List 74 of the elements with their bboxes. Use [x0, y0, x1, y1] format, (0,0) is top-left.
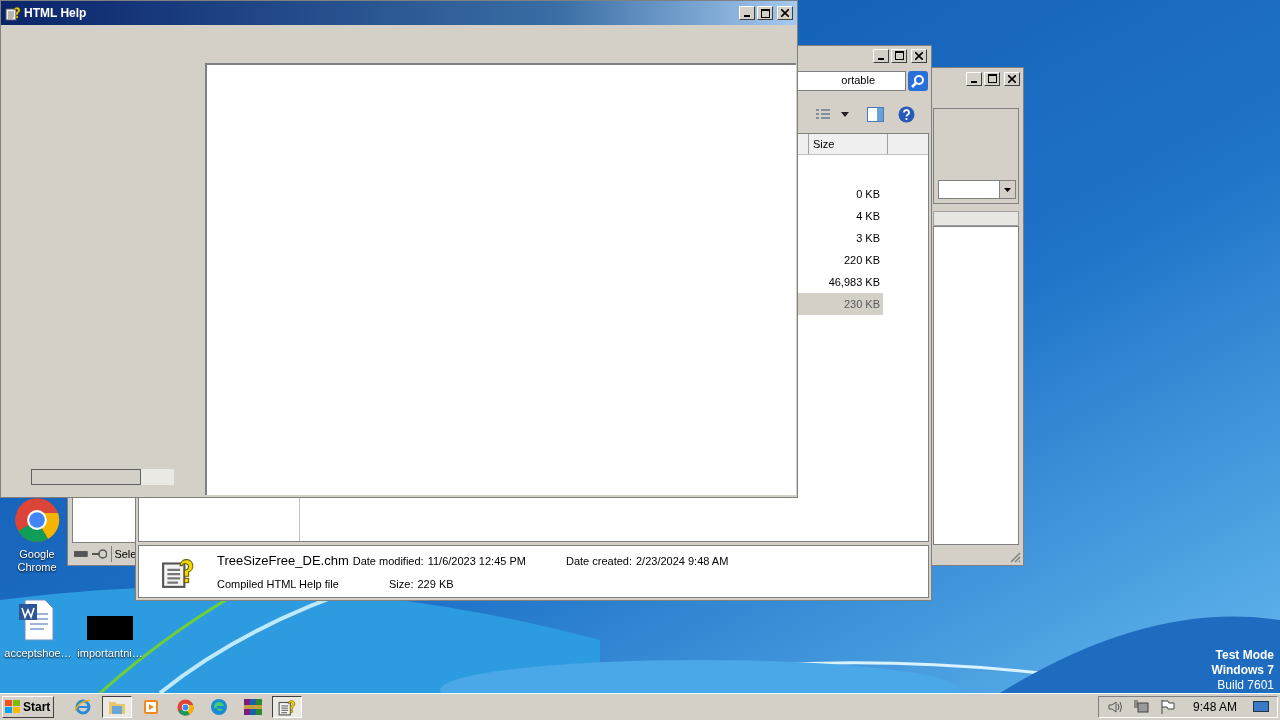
file-name: TreeSizeFree_DE.chm	[217, 551, 349, 570]
column-header[interactable]: Size	[808, 134, 888, 154]
size-cell-text: 230 KB	[843, 296, 881, 312]
help-file-icon	[5, 5, 21, 21]
file-icon	[87, 616, 133, 640]
size-cell-text: 46,983 KB	[828, 274, 881, 290]
minimize-icon	[971, 80, 977, 83]
maximize-icon	[987, 74, 997, 83]
archive-icon	[243, 698, 263, 716]
maximize-icon	[894, 51, 904, 60]
close-icon	[781, 9, 789, 17]
file-row[interactable]: 0 KB	[795, 183, 883, 205]
file-row[interactable]: 230 KB	[795, 293, 883, 315]
file-row[interactable]: 220 KB	[795, 249, 883, 271]
notice-text: Windows 7	[1211, 663, 1274, 678]
file-row[interactable]: 4 KB	[795, 205, 883, 227]
scrollbar[interactable]	[31, 469, 174, 485]
maximize-icon	[760, 8, 770, 18]
minimize-button[interactable]	[873, 48, 889, 63]
close-icon	[915, 51, 923, 60]
minimize-icon	[878, 57, 884, 60]
desktop-icon-label[interactable]: Google Chrome	[17, 548, 57, 574]
notice-text: Test Mode	[1215, 648, 1274, 663]
file-row[interactable]: 46,983 KB	[795, 271, 883, 293]
detail-label: Size:	[389, 577, 414, 592]
minimize-icon	[744, 15, 750, 17]
file-row[interactable]: 3 KB	[795, 227, 883, 249]
chrome-icon	[176, 698, 194, 716]
detail-label: Date created:	[565, 553, 632, 569]
resize-grip-icon	[1010, 552, 1021, 563]
clock: 9:48 AM	[1192, 699, 1237, 716]
browser-icon	[74, 698, 92, 716]
window-title: HTML Help	[24, 5, 88, 22]
start-button[interactable]: Start	[2, 696, 54, 718]
speaker-icon[interactable]	[1106, 700, 1123, 714]
taskbar-button[interactable]	[272, 696, 302, 718]
minimize-button[interactable]	[966, 71, 982, 86]
size-cell-text: 0 KB	[856, 186, 881, 202]
search-button[interactable]	[908, 70, 928, 91]
play-icon	[142, 698, 160, 716]
chrome-icon	[14, 497, 60, 543]
detail-value: 11/6/2023 12:45 PM	[427, 553, 526, 569]
size-cell-text: 220 KB	[843, 252, 881, 268]
show-desktop-icon[interactable]	[1253, 701, 1269, 713]
size-cell-text: 3 KB	[856, 230, 881, 246]
notice-text: Build 7601	[1217, 678, 1274, 693]
detail-value: 229 KB	[417, 577, 454, 592]
edge-icon	[210, 698, 228, 716]
key-icon	[91, 549, 108, 559]
help-file-icon	[278, 698, 296, 716]
search-icon	[911, 73, 925, 88]
flag-icon[interactable]	[1158, 699, 1175, 715]
dropdown[interactable]	[938, 180, 1016, 199]
network-icon[interactable]	[1132, 699, 1149, 715]
drive-icon	[74, 551, 88, 557]
maximize-button[interactable]	[984, 71, 1000, 86]
close-icon	[1008, 74, 1016, 83]
caret-icon	[1004, 187, 1011, 192]
close-button[interactable]	[1004, 71, 1020, 86]
taskbar-button[interactable]	[102, 696, 132, 718]
preview-pane-icon[interactable]	[867, 107, 884, 122]
size-cell-text: 4 KB	[856, 208, 881, 224]
file-type: Compiled HTML Help file	[217, 577, 340, 592]
caret-icon[interactable]	[841, 112, 849, 117]
search-field[interactable]: ortable	[796, 70, 906, 91]
help-icon[interactable]	[898, 106, 915, 123]
minimize-button[interactable]	[739, 6, 755, 20]
detail-value: 2/23/2024 9:48 AM	[636, 553, 729, 569]
maximize-button[interactable]	[891, 48, 907, 63]
windows-logo-icon	[5, 700, 21, 714]
close-button[interactable]	[911, 48, 927, 63]
detail-label: Date modified:	[352, 553, 424, 569]
close-button[interactable]	[777, 6, 793, 20]
maximize-button[interactable]	[757, 6, 773, 20]
